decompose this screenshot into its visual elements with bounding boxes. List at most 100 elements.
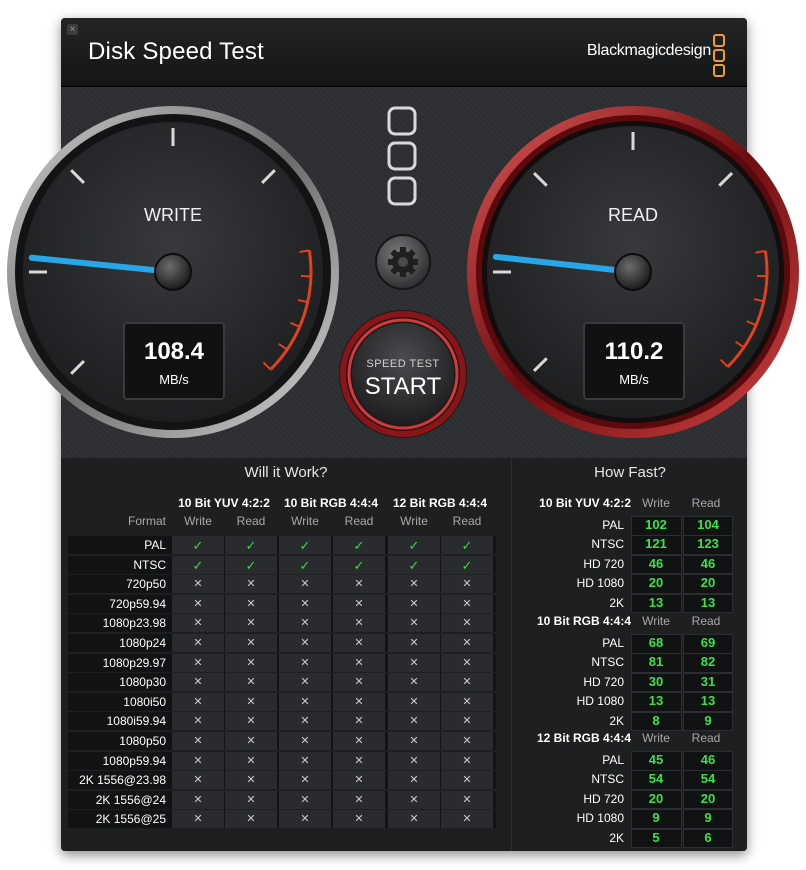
check-icon: ✓ xyxy=(408,557,420,573)
speed-read-value: 123 xyxy=(697,536,719,552)
speed-write-value: 45 xyxy=(648,752,664,767)
start-button-label[interactable]: START xyxy=(353,373,453,401)
brand-name: Blackmagicdesign xyxy=(586,42,711,59)
speed-read-value: 82 xyxy=(700,654,716,670)
speed-read-value: 20 xyxy=(700,790,716,806)
cross-icon: ✕ xyxy=(193,754,203,767)
cross-icon: ✕ xyxy=(246,597,256,610)
speed-section-header: 12 Bit RGB 4:4:4 xyxy=(536,731,631,745)
cross-icon: ✕ xyxy=(246,637,256,649)
cross-icon: ✕ xyxy=(246,735,256,747)
write-value: 108.4 xyxy=(143,338,205,365)
speed-write-value: 102 xyxy=(645,517,667,532)
format-label: 1080p30 xyxy=(119,675,166,690)
format-label: 720p59.94 xyxy=(109,596,166,611)
cross-icon: ✕ xyxy=(193,676,203,689)
cross-icon: ✕ xyxy=(354,715,364,728)
group-header: 10 Bit RGB 4:4:4 xyxy=(283,496,379,510)
check-icon: ✓ xyxy=(299,538,311,553)
cross-icon: ✕ xyxy=(300,813,310,826)
speed-read-header: Read xyxy=(691,614,721,628)
speed-read-header: Read xyxy=(691,496,721,510)
cross-icon: ✕ xyxy=(409,676,419,689)
start-button-small-label[interactable]: SPEED TEST xyxy=(353,358,453,370)
speed-format-label: NTSC xyxy=(591,772,624,787)
format-label: 720p50 xyxy=(125,577,166,592)
cross-icon: ✕ xyxy=(300,695,310,708)
speed-write-value: 54 xyxy=(648,771,664,787)
cross-icon: ✕ xyxy=(193,597,203,610)
speed-format-label: HD 720 xyxy=(583,674,624,689)
speed-format-label: HD 1080 xyxy=(576,811,624,826)
speed-write-value: 121 xyxy=(645,536,667,552)
cross-icon: ✕ xyxy=(409,656,419,669)
cross-icon: ✕ xyxy=(409,597,419,610)
column-subheader: Read xyxy=(344,514,374,528)
check-icon: ✓ xyxy=(353,538,365,553)
speed-read-value: 69 xyxy=(700,635,716,650)
cross-icon: ✕ xyxy=(354,676,364,689)
format-label: 1080i50 xyxy=(123,694,166,709)
cross-icon: ✕ xyxy=(462,774,472,787)
speed-write-value: 68 xyxy=(648,635,664,650)
column-subheader: Write xyxy=(400,514,428,528)
cross-icon: ✕ xyxy=(409,813,419,826)
cross-icon: ✕ xyxy=(462,754,472,767)
cross-icon: ✕ xyxy=(462,813,472,826)
cross-icon: ✕ xyxy=(462,676,472,689)
cross-icon: ✕ xyxy=(246,754,256,767)
cross-icon: ✕ xyxy=(462,637,472,649)
speed-read-value: 9 xyxy=(704,712,712,728)
cross-icon: ✕ xyxy=(409,754,419,767)
cross-icon: ✕ xyxy=(409,774,419,787)
speed-format-label: HD 720 xyxy=(583,556,624,571)
speed-write-value: 9 xyxy=(652,810,660,826)
cross-icon: ✕ xyxy=(246,793,256,806)
close-button[interactable]: × xyxy=(67,24,78,35)
speed-read-value: 9 xyxy=(704,810,712,826)
cross-icon: ✕ xyxy=(193,695,203,708)
cross-icon: ✕ xyxy=(354,735,364,747)
check-icon: ✓ xyxy=(245,557,257,573)
read-value: 110.2 xyxy=(604,338,664,365)
speed-write-value: 30 xyxy=(648,673,664,689)
check-icon: ✓ xyxy=(192,538,204,553)
cross-icon: ✕ xyxy=(409,617,419,630)
speed-write-value: 8 xyxy=(652,712,660,728)
speed-read-value: 13 xyxy=(700,693,716,709)
format-label: 2K 1556@23.98 xyxy=(79,773,166,788)
cross-icon: ✕ xyxy=(193,617,203,630)
format-label: 1080p24 xyxy=(119,636,166,650)
cross-icon: ✕ xyxy=(193,578,203,591)
column-subheader: Write xyxy=(291,514,319,528)
cross-icon: ✕ xyxy=(193,774,203,787)
check-icon: ✓ xyxy=(408,538,420,553)
speed-write-value: 13 xyxy=(648,693,664,709)
check-icon: ✓ xyxy=(461,538,473,553)
speed-format-label: PAL xyxy=(602,753,624,767)
cross-icon: ✕ xyxy=(462,735,472,747)
app-title: Disk Speed Test xyxy=(88,38,264,65)
cross-icon: ✕ xyxy=(193,637,203,649)
read-redzone-tick xyxy=(755,250,766,254)
group-header: 10 Bit YUV 4:2:2 xyxy=(178,496,270,510)
cross-icon: ✕ xyxy=(300,637,310,649)
speed-read-value: 46 xyxy=(700,555,716,571)
read-redzone-tick xyxy=(753,298,764,303)
cross-icon: ✕ xyxy=(462,695,472,708)
speed-read-value: 13 xyxy=(700,594,716,610)
cross-icon: ✕ xyxy=(409,578,419,591)
speed-read-value: 31 xyxy=(700,673,716,689)
cross-icon: ✕ xyxy=(300,617,310,630)
cross-icon: ✕ xyxy=(354,754,364,767)
cross-icon: ✕ xyxy=(462,793,472,806)
speed-read-value: 104 xyxy=(697,517,719,532)
cross-icon: ✕ xyxy=(246,715,256,728)
speed-section-header: 10 Bit RGB 4:4:4 xyxy=(536,614,631,628)
cross-icon: ✕ xyxy=(409,735,419,747)
speed-write-header: Write xyxy=(642,614,670,628)
cross-icon: ✕ xyxy=(193,656,203,669)
cross-icon: ✕ xyxy=(409,637,419,649)
cross-icon: ✕ xyxy=(300,656,310,669)
speed-format-label: PAL xyxy=(602,518,624,532)
